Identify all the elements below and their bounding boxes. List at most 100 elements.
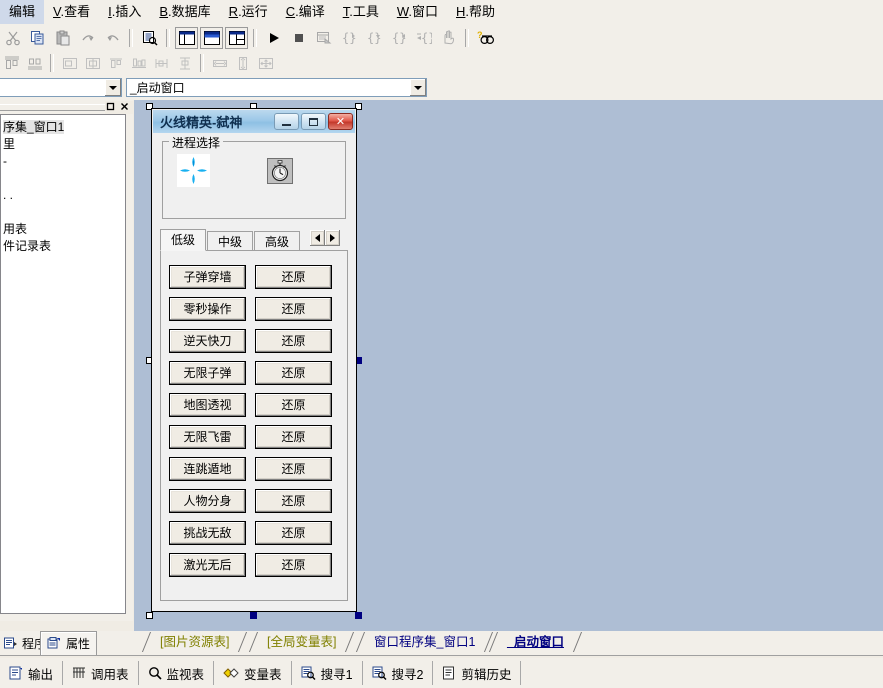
tab-1[interactable]: 中级 [207, 231, 254, 251]
cheat-restore-button[interactable]: 还原 [255, 265, 332, 289]
cheat-action-button[interactable]: 挑战无敌 [169, 521, 246, 545]
menu-item-6[interactable]: T.工具 [334, 0, 388, 24]
align-bottom-icon[interactable] [128, 53, 149, 73]
status-tab-调用表[interactable]: 调用表 [63, 661, 139, 685]
step-over-icon[interactable]: {} [362, 27, 385, 49]
menu-item-0[interactable]: 编辑 [0, 0, 45, 24]
cheat-restore-button[interactable]: 还原 [255, 297, 332, 321]
menu-item-3[interactable]: B.数据库 [150, 0, 219, 24]
step-into-icon[interactable]: {} [337, 27, 360, 49]
same-size-icon[interactable] [255, 53, 276, 73]
cut-icon[interactable] [1, 27, 24, 49]
run-icon[interactable] [262, 27, 285, 49]
maximize-icon[interactable] [105, 101, 119, 114]
paste-icon[interactable] [51, 27, 74, 49]
tab-2[interactable]: 高级 [254, 231, 301, 251]
menu-item-1[interactable]: V.查看 [44, 0, 99, 24]
cheat-action-button[interactable]: 零秒操作 [169, 297, 246, 321]
cheat-restore-button[interactable]: 还原 [255, 521, 332, 545]
run-to-cursor-icon[interactable]: {} [412, 27, 435, 49]
cheat-restore-button[interactable]: 还原 [255, 329, 332, 353]
cheat-action-button[interactable]: 无限飞雷 [169, 425, 246, 449]
chevron-down-icon[interactable] [409, 79, 426, 96]
redo-icon[interactable] [76, 27, 99, 49]
stop-icon[interactable] [287, 27, 310, 49]
tree-item[interactable] [1, 170, 125, 187]
menu-item-2[interactable]: I.插入 [99, 0, 150, 24]
cheat-restore-button[interactable]: 还原 [255, 489, 332, 513]
document-tab-0[interactable]: [图片资源表] [141, 631, 248, 653]
layout-grid-icon[interactable] [225, 26, 248, 49]
space-h-icon[interactable] [151, 53, 172, 73]
tree-item[interactable] [1, 204, 125, 221]
align-centers-icon[interactable] [24, 53, 45, 73]
resize-handle-se[interactable] [355, 612, 362, 619]
menu-item-4[interactable]: R.运行 [220, 0, 277, 24]
step-out-icon[interactable]: {} [387, 27, 410, 49]
process-diamond-icon[interactable] [177, 154, 210, 187]
cheat-restore-button[interactable]: 还原 [255, 425, 332, 449]
panel-tab-属性[interactable]: 属性 [40, 631, 98, 656]
cheat-action-button[interactable]: 逆天快刀 [169, 329, 246, 353]
cheat-action-button[interactable]: 激光无后 [169, 553, 246, 577]
cheat-restore-button[interactable]: 还原 [255, 553, 332, 577]
find-in-file-icon[interactable] [138, 27, 161, 49]
spin-left-icon[interactable] [310, 230, 325, 246]
form-title-bar[interactable]: 火线精英-弑神 ✕ [153, 110, 355, 133]
document-tab-1[interactable]: [全局变量表] [248, 631, 355, 653]
tab-spinner[interactable] [310, 230, 340, 246]
chevron-down-icon[interactable] [104, 79, 121, 96]
status-tab-监视表[interactable]: 监视表 [139, 661, 215, 685]
pause-hand-icon[interactable] [437, 27, 460, 49]
cheat-restore-button[interactable]: 还原 [255, 361, 332, 385]
tree-item[interactable]: 件记录表 [1, 238, 125, 255]
menu-item-8[interactable]: H.帮助 [447, 0, 504, 24]
level-tab-control[interactable]: 低级 中级 高级 子弹穿墙 还原 零秒操作 还原 逆天快刀 还原 无限子弹 还原 地图透视 还原 无限飞… [160, 229, 348, 601]
spin-right-icon[interactable] [325, 230, 340, 246]
status-tab-剪辑历史[interactable]: 剪辑历史 [433, 661, 522, 685]
status-tab-搜寻2[interactable]: 搜寻2 [363, 661, 434, 685]
stopwatch-icon[interactable] [267, 158, 293, 184]
layout-left-icon[interactable] [175, 26, 198, 49]
document-tab-2[interactable]: 窗口程序集_窗口1 [355, 631, 494, 653]
tree-item[interactable]: - [1, 153, 125, 170]
close-icon[interactable]: ✕ [328, 113, 353, 130]
status-tab-搜寻1[interactable]: 搜寻1 [292, 661, 363, 685]
status-tab-输出[interactable]: 输出 [0, 661, 64, 685]
minimize-icon[interactable] [274, 113, 299, 130]
align-center-h-icon[interactable] [82, 53, 103, 73]
cheat-action-button[interactable]: 连跳遁地 [169, 457, 246, 481]
menu-item-5[interactable]: C.编译 [277, 0, 334, 24]
form-designer-canvas[interactable]: 火线精英-弑神 ✕ 进程选择 低级 中级 高级 子弹穿墙 还原 零秒操作 还原 … [134, 100, 883, 631]
cheat-restore-button[interactable]: 还原 [255, 393, 332, 417]
find-next-icon[interactable]: ? [474, 27, 497, 49]
same-height-icon[interactable] [232, 53, 253, 73]
copy-icon[interactable] [26, 27, 49, 49]
align-left-icon[interactable] [59, 53, 80, 73]
status-tab-变量表[interactable]: 变量表 [214, 661, 292, 685]
same-width-icon[interactable] [209, 53, 230, 73]
tree-item[interactable]: 用表 [1, 221, 125, 238]
debug-window-icon[interactable] [312, 27, 335, 49]
undo-icon[interactable] [101, 27, 124, 49]
layout-top-icon[interactable] [200, 26, 223, 49]
close-icon[interactable] [119, 101, 133, 114]
space-v-icon[interactable] [174, 53, 195, 73]
align-tops-icon[interactable] [1, 53, 22, 73]
resize-handle-sw[interactable] [146, 612, 153, 619]
cheat-action-button[interactable]: 子弹穿墙 [169, 265, 246, 289]
align-top-icon[interactable] [105, 53, 126, 73]
cheat-action-button[interactable]: 人物分身 [169, 489, 246, 513]
tab-active-0[interactable]: 低级 [160, 229, 207, 251]
window-select-combo[interactable]: _启动窗口 [126, 78, 427, 97]
cheat-action-button[interactable]: 地图透视 [169, 393, 246, 417]
document-tab-3[interactable]: _启动窗口 [488, 631, 582, 653]
cheat-action-button[interactable]: 无限子弹 [169, 361, 246, 385]
object-select-combo[interactable] [0, 78, 122, 97]
workspace-tree[interactable]: 序集_窗口1 里 - . . 用表 件记录表 [0, 114, 126, 614]
tree-item[interactable]: 里 [1, 136, 125, 153]
designed-form-window[interactable]: 火线精英-弑神 ✕ 进程选择 低级 中级 高级 子弹穿墙 还原 零秒操作 还原 … [151, 108, 357, 612]
maximize-icon[interactable] [301, 113, 326, 130]
resize-handle-s[interactable] [250, 612, 257, 619]
tree-item[interactable]: . . [1, 187, 125, 204]
